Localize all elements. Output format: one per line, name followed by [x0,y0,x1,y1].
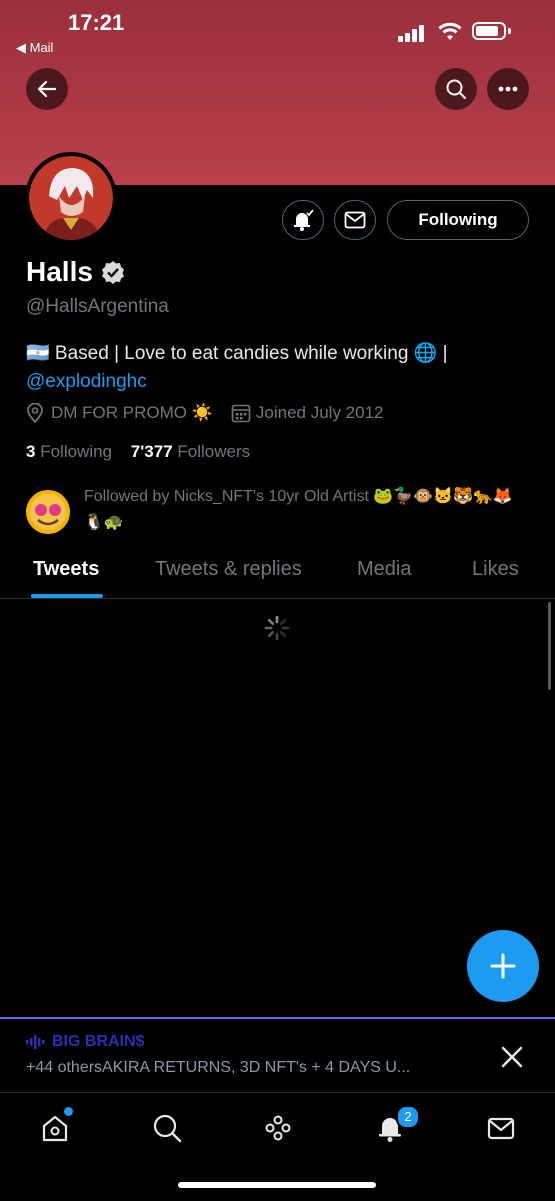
tab-tweets-replies[interactable]: Tweets & replies [155,558,302,581]
search-nav-icon[interactable] [152,1113,182,1143]
home-new-dot [62,1105,75,1118]
bio-link[interactable]: @explodinghc [26,371,147,392]
followed-by-text: Followed by Nicks_NFT's 10yr Old Artist … [84,488,513,531]
tab-likes[interactable]: Likes [472,558,519,581]
profile-name: Halls [26,256,125,288]
profile-avatar[interactable] [25,152,117,244]
profile-tabs: Tweets Tweets & replies Media Likes [0,550,555,599]
status-time: 17:21 [68,10,125,35]
more-dots-icon [498,86,518,92]
follow-counts: 3 Following 7'377 Followers [26,442,250,462]
profile-location: DM FOR PROMO ☀️ [51,403,213,422]
tab-tweets[interactable]: Tweets [33,558,99,581]
home-indicator[interactable] [178,1182,376,1188]
battery-icon [472,22,506,40]
followers-count-label: Followers [177,442,251,461]
profile-meta: DM FOR PROMO ☀️ Joined July 2012 [26,403,383,423]
follower-avatar [26,490,70,534]
messages-icon[interactable] [486,1113,516,1143]
calendar-icon [231,404,251,423]
bio-text: 🇦🇷 Based | Love to eat candies while wor… [26,343,448,364]
tab-media[interactable]: Media [357,558,411,581]
avatar-character-icon [43,168,101,240]
audio-wave-icon [26,1035,45,1049]
wifi-icon [438,22,462,40]
close-icon[interactable] [500,1045,524,1069]
following-count-label: Following [40,442,113,461]
following-count: 3 [26,442,36,461]
profile-name-text: Halls [26,256,93,287]
profile-handle: @HallsArgentina [26,296,169,317]
following-button[interactable]: Following [387,200,529,240]
following-count-link[interactable]: 3 Following [26,442,112,461]
profile-joined: Joined July 2012 [255,403,384,422]
space-title-row: BIG BRAIN$ [26,1033,144,1051]
arrow-left-icon [37,80,57,98]
followers-count: 7'377 [130,442,173,461]
notifications-badge: 2 [396,1105,420,1129]
envelope-icon [344,211,366,229]
active-tab-indicator [31,594,103,598]
verified-badge-icon [101,261,124,284]
bell-check-icon [294,209,314,231]
scrollbar[interactable] [548,602,551,690]
status-bar: 17:21 ◀ Mail [0,0,555,60]
search-icon [446,79,467,100]
space-subtitle: +44 othersAKIRA RETURNS, 3D NFT's + 4 DA… [26,1059,411,1076]
more-button[interactable] [487,68,529,110]
back-to-mail-link[interactable]: ◀ Mail [16,40,53,56]
spaces-icon[interactable] [263,1113,293,1143]
search-button[interactable] [435,68,477,110]
sunglasses-avatar-icon [30,494,66,530]
location-pin-icon [27,403,43,423]
compose-tweet-button[interactable] [467,930,539,1002]
cellular-signal-icon [398,24,426,42]
profile-bio: 🇦🇷 Based | Love to eat candies while wor… [26,340,526,396]
followers-count-link[interactable]: 7'377 Followers [131,442,250,461]
space-bar[interactable]: BIG BRAIN$ +44 othersAKIRA RETURNS, 3D N… [0,1017,555,1093]
loading-spinner-icon [264,615,290,641]
back-button[interactable] [26,68,68,110]
message-button[interactable] [334,200,376,240]
battery-tip [508,28,511,34]
plus-icon [490,953,516,979]
space-title: BIG BRAIN$ [52,1033,145,1050]
notifications-toggle-button[interactable] [282,200,324,240]
